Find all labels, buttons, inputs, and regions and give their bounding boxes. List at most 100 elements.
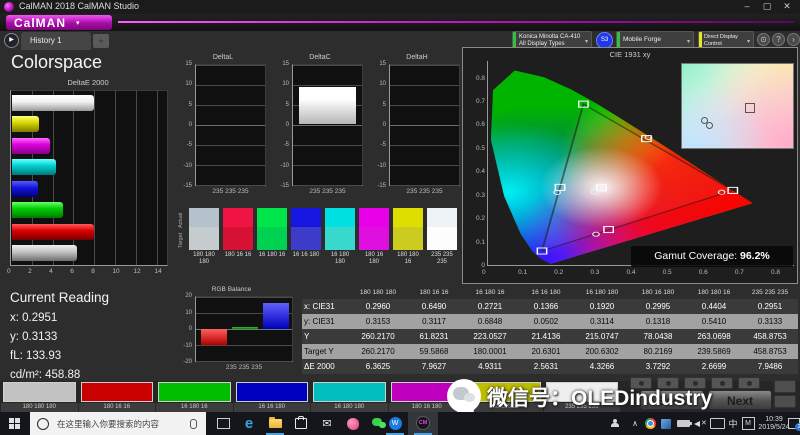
- swatch-label: 180 16 16: [223, 252, 253, 259]
- gridline: [196, 125, 265, 126]
- x-tick: 0.5: [663, 269, 672, 276]
- gridline: [293, 185, 362, 186]
- table-cell: 4.9311: [462, 359, 518, 374]
- taskbar-photos[interactable]: [340, 412, 366, 435]
- swatch-actual: [427, 208, 457, 227]
- taskbar-edge[interactable]: e: [236, 412, 262, 435]
- tray-overflow-button[interactable]: ∧: [628, 412, 642, 435]
- patch-cell-3: 16 16 180: [234, 381, 312, 412]
- taskbar-calman-active[interactable]: CM: [408, 412, 438, 435]
- table-cell: 223.0527: [462, 329, 518, 344]
- chart-title: DeltaE 2000: [2, 78, 174, 87]
- y-tick: 20: [175, 293, 192, 299]
- tray-ime-lang[interactable]: 中: [726, 412, 740, 435]
- y-tick: -10: [178, 163, 192, 169]
- task-view-button[interactable]: [210, 412, 236, 435]
- y-tick: 0.6: [467, 121, 485, 128]
- person-icon: [611, 419, 619, 428]
- patch-cell-1: 180 16 16: [79, 381, 157, 412]
- nav-icon-button[interactable]: [738, 377, 760, 389]
- y-tick: 0: [178, 122, 192, 128]
- tray-volume[interactable]: ✕: [692, 412, 708, 435]
- tray-keyboard[interactable]: [708, 412, 726, 435]
- swatch-label: 180 16 180: [359, 252, 389, 266]
- y-tick: 10: [178, 81, 192, 87]
- window-title: CalMAN 2018 CalMAN Studio: [19, 1, 139, 11]
- swatch-colors: [393, 208, 423, 250]
- calman-menu-button[interactable]: CalMAN ▾: [6, 15, 112, 30]
- table-cell: 59.5868: [406, 344, 462, 359]
- swatch-colors: [189, 208, 219, 250]
- gear-icon: ⊙: [760, 35, 767, 44]
- gridline: [196, 361, 292, 362]
- maximize-button[interactable]: ▢: [757, 0, 777, 13]
- bar-white-235: [12, 95, 94, 111]
- swatch-label: 16 16 180: [291, 252, 321, 259]
- table-cell: 458.8753: [742, 329, 798, 344]
- gridline: [293, 125, 362, 126]
- taskbar-app-w[interactable]: W: [382, 412, 408, 435]
- table-cell: 0.2721: [462, 299, 518, 314]
- reading-fl: fL: 133.93: [10, 350, 160, 362]
- table-corner: [302, 287, 350, 299]
- column-header: 16 16 180: [518, 287, 574, 299]
- microphone-icon[interactable]: [190, 419, 197, 429]
- people-tray-button[interactable]: [606, 412, 624, 435]
- patch-color: [236, 382, 309, 402]
- x-tick: 0.2: [554, 269, 563, 276]
- table-row: ΔE 20006.36257.96274.93112.56314.32663.7…: [302, 359, 798, 374]
- session-play-button[interactable]: ▶: [4, 33, 19, 48]
- whitepoint-inset: [681, 63, 794, 149]
- column-header: 180 16 180: [630, 287, 686, 299]
- settings-button[interactable]: ⊙: [757, 33, 770, 46]
- tab-history-1[interactable]: History 1: [21, 32, 91, 50]
- start-button[interactable]: [0, 412, 30, 435]
- taskbar-store[interactable]: [288, 412, 314, 435]
- gridline: [196, 85, 265, 86]
- wechat-icon: [447, 379, 481, 413]
- taskbar-mail[interactable]: ✉: [314, 412, 340, 435]
- measurement-table: 180 180 180180 16 1616 180 1616 16 18016…: [302, 287, 798, 374]
- table-cell: 0.1920: [574, 299, 630, 314]
- tray-battery[interactable]: [674, 412, 692, 435]
- side-button-top[interactable]: [774, 380, 796, 393]
- next-button[interactable]: Next: [708, 390, 772, 410]
- help-button[interactable]: ?: [772, 33, 785, 46]
- search-placeholder: 在这里输入你要搜索的内容: [57, 418, 190, 430]
- table-cell: 0.1366: [518, 299, 574, 314]
- cie-1931-chart: CIE 1931 xy: [462, 47, 798, 284]
- add-tab-button[interactable]: +: [93, 34, 109, 48]
- swatch-target: [393, 227, 423, 250]
- y-tick: -20: [175, 359, 192, 365]
- y-tick: -10: [275, 163, 289, 169]
- nav-icon-button[interactable]: [711, 377, 733, 389]
- x-tick: 0: [482, 269, 486, 276]
- bar-cyan: [12, 159, 56, 175]
- tray-chrome[interactable]: [642, 412, 658, 435]
- y-tick: 0: [275, 122, 289, 128]
- swatch-actual: [359, 208, 389, 227]
- x-tick: 0.4: [626, 269, 635, 276]
- tray-app[interactable]: [658, 412, 674, 435]
- row-label: Y: [302, 329, 350, 344]
- cortana-icon: [37, 418, 49, 430]
- close-button[interactable]: ✕: [777, 0, 797, 13]
- minimize-button[interactable]: –: [737, 0, 757, 13]
- y-tick: 0.3: [467, 192, 485, 199]
- swatch-6: 180 180 16: [393, 208, 423, 266]
- swatch-7: 235 235 235: [427, 208, 457, 266]
- chart-title: DeltaC: [275, 54, 365, 61]
- collapse-button[interactable]: ›: [787, 33, 800, 46]
- y-tick: -15: [275, 183, 289, 189]
- notification-center-button[interactable]: 2: [788, 412, 800, 435]
- x-tick: 10: [112, 268, 119, 275]
- patch-color: [158, 382, 231, 402]
- taskbar-search[interactable]: 在这里输入你要搜索的内容: [30, 412, 206, 435]
- table-cell: 3.7292: [630, 359, 686, 374]
- bar-green: [12, 202, 63, 218]
- taskbar-explorer[interactable]: [262, 412, 288, 435]
- side-button-bottom[interactable]: [774, 395, 796, 408]
- clock-date: 2019/5/24: [758, 424, 789, 432]
- y-tick: 10: [372, 81, 386, 87]
- battery-icon: [677, 420, 690, 427]
